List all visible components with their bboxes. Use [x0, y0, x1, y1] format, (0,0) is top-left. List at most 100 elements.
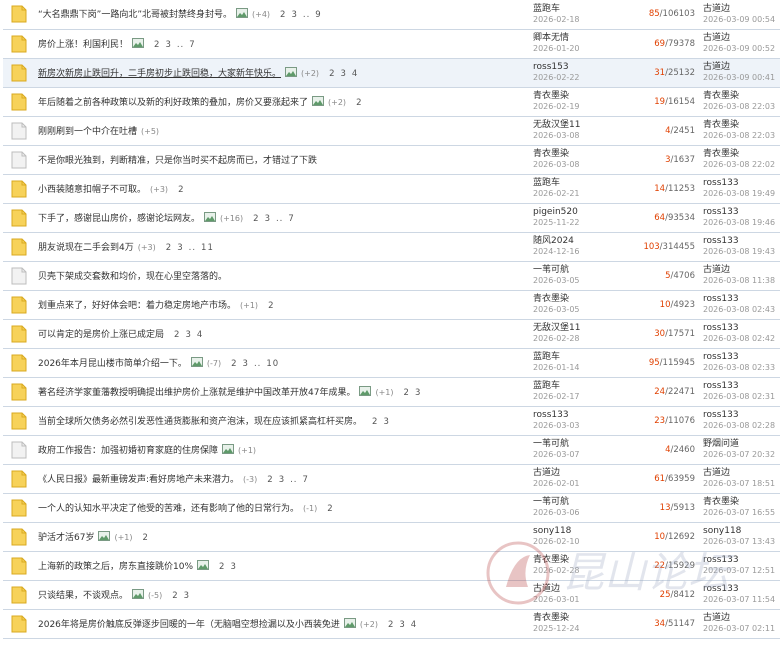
author-link[interactable]: 青衣墨染: [533, 294, 637, 305]
page-link[interactable]: 3: [383, 417, 389, 427]
last-poster-link[interactable]: ross133: [703, 410, 780, 421]
page-link[interactable]: 3: [177, 243, 183, 253]
page-link[interactable]: 3: [230, 562, 236, 572]
thread-title-link[interactable]: 新房次新房止跌回升，二手房初步止跌回稳，大家新年快乐。: [38, 69, 281, 79]
thread-title-link[interactable]: 《人民日报》最新重磅发声:看好房地产未来潜力。: [38, 475, 239, 485]
last-post-time[interactable]: 2026-03-08 02:33: [703, 363, 780, 373]
page-link[interactable]: 3: [340, 69, 346, 79]
last-poster-link[interactable]: 古道边: [703, 62, 780, 73]
last-poster-link[interactable]: 青衣墨染: [703, 91, 780, 102]
author-link[interactable]: pigein520: [533, 207, 637, 218]
page-link[interactable]: 2: [327, 504, 333, 514]
thread-title-link[interactable]: 政府工作报告：加强初婚初育家庭的住房保障: [38, 446, 218, 456]
last-poster-link[interactable]: 青衣墨染: [703, 497, 780, 508]
last-post-time[interactable]: 2026-03-08 19:43: [703, 247, 780, 257]
last-post-time[interactable]: 2026-03-09 00:41: [703, 73, 780, 83]
thread-title-link[interactable]: “大名鼎鼎下岗”一路向北”北哥被封禁终身封号。: [38, 10, 232, 20]
thread-title-link[interactable]: 朋友说现在二手会到4万: [38, 243, 134, 253]
page-link[interactable]: 3: [185, 330, 191, 340]
last-post-time[interactable]: 2026-03-08 02:31: [703, 392, 780, 402]
last-poster-link[interactable]: ross133: [703, 294, 780, 305]
last-post-time[interactable]: 2026-03-07 18:51: [703, 479, 780, 489]
last-poster-link[interactable]: 古道边: [703, 33, 780, 44]
author-link[interactable]: 蓝跑车: [533, 178, 637, 189]
page-link[interactable]: 2: [404, 388, 410, 398]
thread-title-link[interactable]: 年后随着之前各种政策以及新的利好政策的叠加，房价又要涨起来了: [38, 98, 308, 108]
last-poster-link[interactable]: 古道边: [703, 468, 780, 479]
page-link[interactable]: 3: [279, 475, 285, 485]
page-link[interactable]: 7: [288, 214, 294, 224]
thread-title-link[interactable]: 可以肯定的是房价上涨已成定局: [38, 330, 164, 340]
author-link[interactable]: 无敌汉堡11: [533, 120, 637, 131]
last-post-time[interactable]: 2026-03-08 02:43: [703, 305, 780, 315]
page-link[interactable]: 3: [243, 359, 249, 369]
page-link[interactable]: 2: [356, 98, 362, 108]
author-link[interactable]: 古道边: [533, 584, 637, 595]
last-post-time[interactable]: 2026-03-07 13:43: [703, 537, 780, 547]
last-poster-link[interactable]: 古道边: [703, 265, 780, 276]
thread-title-link[interactable]: 不是你眼光独到，判断精准，只是你当时买不起房而已，才错过了下跌: [38, 156, 317, 166]
page-link[interactable]: 2: [388, 620, 394, 630]
last-poster-link[interactable]: 古道边: [703, 613, 780, 624]
page-link[interactable]: 2: [231, 359, 237, 369]
author-link[interactable]: 蓝跑车: [533, 352, 637, 363]
page-link[interactable]: 2: [329, 69, 335, 79]
last-post-time[interactable]: 2026-03-08 22:03: [703, 102, 780, 112]
page-link[interactable]: 4: [411, 620, 417, 630]
last-poster-link[interactable]: ross133: [703, 207, 780, 218]
page-link[interactable]: 2: [154, 40, 160, 50]
last-post-time[interactable]: 2026-03-08 02:42: [703, 334, 780, 344]
last-poster-link[interactable]: ross133: [703, 178, 780, 189]
page-link[interactable]: 3: [399, 620, 405, 630]
last-poster-link[interactable]: ross133: [703, 381, 780, 392]
last-poster-link[interactable]: ross133: [703, 236, 780, 247]
last-post-time[interactable]: 2026-03-07 16:55: [703, 508, 780, 518]
last-post-time[interactable]: 2026-03-07 02:11: [703, 624, 780, 634]
author-link[interactable]: 蓝跑车: [533, 4, 637, 15]
page-link[interactable]: 2: [268, 301, 274, 311]
last-poster-link[interactable]: 古道边: [703, 4, 780, 15]
author-link[interactable]: 青衣墨染: [533, 149, 637, 160]
page-link[interactable]: 2: [267, 475, 273, 485]
thread-title-link[interactable]: 只谈结果，不谈观点。: [38, 591, 128, 601]
page-link[interactable]: 7: [303, 475, 309, 485]
last-post-time[interactable]: 2026-03-07 12:51: [703, 566, 780, 576]
page-link[interactable]: 2: [172, 591, 178, 601]
page-link[interactable]: 2: [166, 243, 172, 253]
last-post-time[interactable]: 2026-03-08 22:02: [703, 160, 780, 170]
last-post-time[interactable]: 2026-03-09 00:52: [703, 44, 780, 54]
thread-title-link[interactable]: 一个人的认知水平决定了他受的苦难，还有影响了他的日常行为。: [38, 504, 299, 514]
last-post-time[interactable]: 2026-03-09 00:54: [703, 15, 780, 25]
page-link[interactable]: 4: [197, 330, 203, 340]
thread-title-link[interactable]: 贝壳下架成交套数和均价，现在心里空落落的。: [38, 272, 227, 282]
thread-title-link[interactable]: 著名经济学家董藩教授明确提出维护房价上涨就是维护中国改革开放47年成果。: [38, 388, 355, 398]
last-poster-link[interactable]: 野烟问道: [703, 439, 780, 450]
author-link[interactable]: 一苇可航: [533, 265, 637, 276]
page-link[interactable]: 9: [315, 10, 321, 20]
page-link[interactable]: 2: [178, 185, 184, 195]
page-link[interactable]: 3: [184, 591, 190, 601]
page-link[interactable]: 2: [372, 417, 378, 427]
last-poster-link[interactable]: 青衣墨染: [703, 120, 780, 131]
author-link[interactable]: 青衣墨染: [533, 91, 637, 102]
page-link[interactable]: 4: [352, 69, 358, 79]
page-link[interactable]: 11: [201, 243, 214, 253]
page-link[interactable]: 3: [415, 388, 421, 398]
author-link[interactable]: 一苇可航: [533, 439, 637, 450]
last-poster-link[interactable]: ross133: [703, 323, 780, 334]
author-link[interactable]: ross153: [533, 62, 637, 73]
page-link[interactable]: 7: [189, 40, 195, 50]
thread-title-link[interactable]: 下手了，感谢昆山房价，感谢论坛网友。: [38, 214, 200, 224]
thread-title-link[interactable]: 2026年本月昆山楼市简单介绍一下。: [38, 359, 187, 369]
last-poster-link[interactable]: ross133: [703, 352, 780, 363]
thread-title-link[interactable]: 房价上涨！利国利民！: [38, 40, 128, 50]
author-link[interactable]: 青衣墨染: [533, 613, 637, 624]
page-link[interactable]: 2: [280, 10, 286, 20]
author-link[interactable]: 无敌汉堡11: [533, 323, 637, 334]
last-poster-link[interactable]: 青衣墨染: [703, 149, 780, 160]
last-poster-link[interactable]: ross133: [703, 555, 780, 566]
thread-title-link[interactable]: 驴活才活67岁: [38, 533, 94, 543]
last-post-time[interactable]: 2026-03-08 11:38: [703, 276, 780, 286]
page-link[interactable]: 3: [165, 40, 171, 50]
author-link[interactable]: 随风2024: [533, 236, 637, 247]
